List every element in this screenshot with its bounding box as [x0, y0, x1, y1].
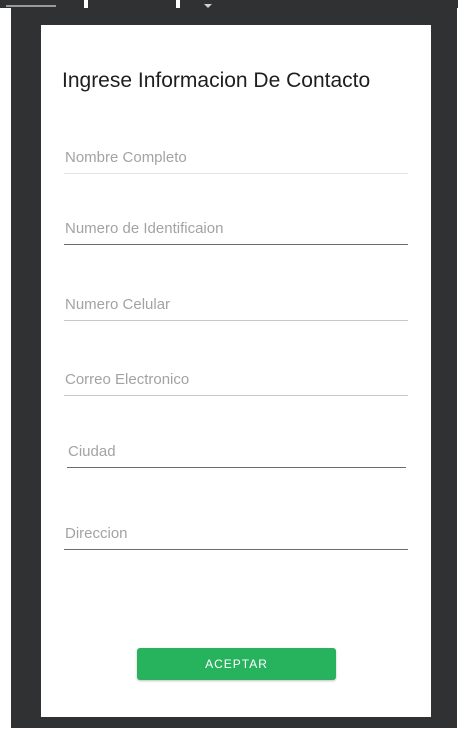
dialog-title: Ingrese Informacion De Contacto — [62, 69, 371, 92]
status-bar-segment — [180, 0, 458, 8]
status-bar-segment — [88, 0, 176, 8]
full-name-input[interactable] — [64, 146, 408, 174]
full-name-field — [64, 146, 408, 176]
address-input[interactable] — [64, 522, 408, 550]
email-field — [64, 368, 408, 398]
cell-number-input[interactable] — [64, 293, 408, 321]
cell-number-field — [64, 293, 408, 323]
status-bar-line — [6, 5, 56, 7]
city-input[interactable] — [67, 440, 406, 468]
email-input[interactable] — [64, 368, 408, 396]
city-field — [67, 440, 406, 470]
id-number-field — [64, 217, 408, 247]
address-field — [64, 522, 408, 552]
accept-button[interactable]: ACEPTAR — [137, 648, 336, 680]
screen: Ingrese Informacion De Contacto ACEPTAR — [0, 0, 458, 734]
id-number-input[interactable] — [64, 217, 408, 245]
contact-info-dialog: Ingrese Informacion De Contacto ACEPTAR — [41, 25, 431, 717]
